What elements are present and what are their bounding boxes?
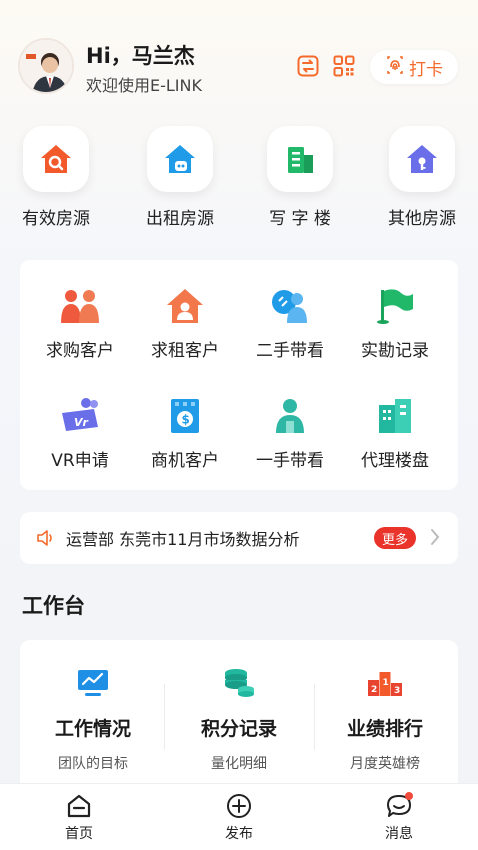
more-badge[interactable]: 更多 — [374, 527, 416, 549]
workbench-item-subtitle: 团队的目标 — [58, 756, 128, 772]
home-icon — [39, 792, 119, 820]
category-label: 出租房源 — [146, 209, 214, 229]
clock-in-button[interactable]: 打卡 — [370, 50, 458, 84]
svg-text:2: 2 — [371, 685, 377, 695]
category-label: 有效房源 — [22, 209, 90, 229]
tab-messages[interactable]: 消息 — [359, 792, 439, 843]
first-hand-viewing-icon — [238, 394, 342, 438]
house-search-icon — [23, 126, 89, 192]
workbench-item-title: 业绩排行 — [346, 718, 423, 740]
grid-item-survey-records[interactable]: 实勘记录 — [343, 284, 447, 361]
greeting-text: Hi，马兰杰 — [86, 44, 195, 68]
coins-icon — [166, 666, 312, 700]
tab-label: 消息 — [385, 826, 413, 842]
fingerprint-icon — [385, 55, 405, 80]
clock-in-label: 打卡 — [409, 59, 443, 80]
vr-icon: Vr — [28, 394, 132, 438]
tab-label: 发布 — [225, 826, 253, 842]
grid-item-buyer-customers[interactable]: 求购客户 — [28, 284, 132, 361]
workbench-card: 工作情况 团队的目标 积分记录 量化明细 2 1 3 业绩排行 月度英雄榜 — [20, 640, 458, 800]
divider — [164, 684, 165, 750]
speaker-icon — [36, 529, 56, 551]
svg-text:3: 3 — [394, 686, 400, 696]
workbench-item-title: 工作情况 — [54, 718, 131, 740]
plus-circle-icon — [199, 792, 279, 820]
svg-text:Vr: Vr — [74, 416, 89, 429]
office-building-icon — [267, 126, 333, 192]
tab-home[interactable]: 首页 — [39, 792, 119, 843]
avatar[interactable] — [18, 38, 74, 94]
chat-icon — [359, 792, 439, 820]
notice-text: 运营部 东莞市11月市场数据分析 — [66, 530, 300, 549]
qrcode-icon[interactable] — [330, 52, 358, 80]
monitor-chart-icon — [20, 666, 166, 700]
category-label: 写 字 楼 — [269, 209, 331, 229]
second-hand-viewing-icon — [238, 284, 342, 328]
category-other-listings[interactable]: 其他房源 — [372, 126, 472, 229]
workbench-item-title: 积分记录 — [200, 718, 277, 740]
svg-text:1: 1 — [383, 678, 389, 688]
grid-item-business-customer[interactable]: $ 商机客户 — [133, 394, 237, 471]
grid-item-agency-buildings[interactable]: 代理楼盘 — [343, 394, 447, 471]
category-office-building[interactable]: 写 字 楼 — [250, 126, 350, 229]
workbench-item-subtitle: 月度英雄榜 — [350, 756, 420, 772]
category-rental-listings[interactable]: 出租房源 — [130, 126, 230, 229]
house-key-icon — [389, 126, 455, 192]
survey-flag-icon — [343, 284, 447, 328]
svg-text:$: $ — [182, 413, 190, 427]
buyer-customers-icon — [28, 284, 132, 328]
grid-item-label: 一手带看 — [256, 451, 324, 471]
tab-publish[interactable]: 发布 — [199, 792, 279, 843]
podium-icon: 2 1 3 — [312, 666, 458, 700]
workbench-performance-ranking[interactable]: 2 1 3 业绩排行 月度英雄榜 — [312, 640, 458, 790]
header: Hi，马兰杰 欢迎使用E-LINK 打卡 — [18, 38, 458, 96]
function-grid: 求购客户 求租客户 二手带看 实勘记录 Vr VR申请 $ 商机客户 一手带看 … — [20, 260, 458, 490]
workbench-points-record[interactable]: 积分记录 量化明细 — [166, 640, 312, 790]
grid-item-label: 实勘记录 — [361, 341, 429, 361]
agency-buildings-icon — [343, 394, 447, 438]
chevron-right-icon[interactable] — [430, 528, 440, 550]
category-row: 有效房源 出租房源 写 字 楼 其他房源 — [0, 126, 478, 236]
grid-item-renter-customer[interactable]: 求租客户 — [133, 284, 237, 361]
grid-item-label: VR申请 — [51, 451, 109, 471]
category-valid-listings[interactable]: 有效房源 — [6, 126, 106, 229]
switch-icon[interactable] — [294, 52, 322, 80]
welcome-text: 欢迎使用E-LINK — [86, 76, 202, 95]
house-rent-icon — [147, 126, 213, 192]
notice-bar[interactable]: 运营部 东莞市11月市场数据分析 更多 — [20, 512, 458, 564]
grid-item-label: 商机客户 — [151, 451, 219, 471]
grid-item-label: 求购客户 — [46, 341, 114, 361]
business-customer-icon: $ — [133, 394, 237, 438]
grid-item-first-hand-viewing[interactable]: 一手带看 — [238, 394, 342, 471]
grid-item-label: 求租客户 — [151, 341, 219, 361]
grid-item-vr-apply[interactable]: Vr VR申请 — [28, 394, 132, 471]
grid-item-second-hand-viewing[interactable]: 二手带看 — [238, 284, 342, 361]
tab-label: 首页 — [65, 826, 93, 842]
unread-dot — [405, 792, 413, 800]
workbench-work-status[interactable]: 工作情况 团队的目标 — [20, 640, 166, 790]
renter-customer-icon — [133, 284, 237, 328]
grid-item-label: 二手带看 — [256, 341, 324, 361]
bottom-nav: 首页 发布 消息 — [0, 783, 478, 850]
category-label: 其他房源 — [388, 209, 456, 229]
workbench-item-subtitle: 量化明细 — [211, 756, 267, 772]
workbench-title: 工作台 — [22, 594, 85, 618]
grid-item-label: 代理楼盘 — [361, 451, 429, 471]
